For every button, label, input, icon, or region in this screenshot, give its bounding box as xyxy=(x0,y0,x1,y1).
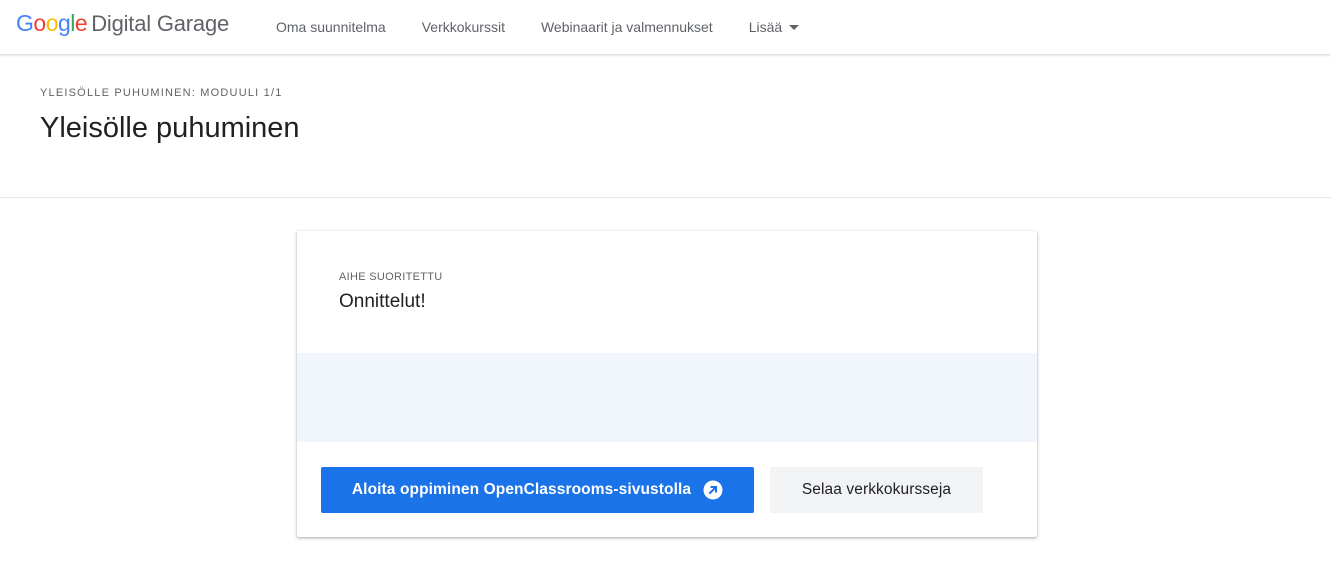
nav-item-oma-suunnitelma[interactable]: Oma suunnitelma xyxy=(276,19,386,35)
caret-down-icon xyxy=(789,25,800,30)
page-header: YLEISÖLLE PUHUMINEN: MODUULI 1/1 Yleisöl… xyxy=(0,54,1331,198)
browse-courses-button[interactable]: Selaa verkkokursseja xyxy=(770,467,983,513)
nav-item-webinaarit[interactable]: Webinaarit ja valmennukset xyxy=(541,19,713,35)
completion-card: AIHE SUORITETTU Onnittelut! Aloita oppim… xyxy=(297,231,1037,537)
completion-label: AIHE SUORITETTU xyxy=(339,271,443,283)
completion-heading: Onnittelut! xyxy=(339,291,426,312)
google-digital-garage-logo[interactable]: Google Digital Garage xyxy=(16,10,229,38)
module-breadcrumb: YLEISÖLLE PUHUMINEN: MODUULI 1/1 xyxy=(40,87,283,99)
start-openclassrooms-button[interactable]: Aloita oppiminen OpenClassrooms-sivustol… xyxy=(321,467,754,513)
main-nav: Oma suunnitelma Verkkokurssit Webinaarit… xyxy=(276,0,835,54)
start-openclassrooms-label: Aloita oppiminen OpenClassrooms-sivustol… xyxy=(351,481,692,498)
google-wordmark: Google xyxy=(16,10,88,36)
nav-item-lisaa[interactable]: Lisää xyxy=(748,19,800,35)
logo-product-name: Digital Garage xyxy=(91,11,230,36)
page-title: Yleisölle puhuminen xyxy=(40,112,300,144)
external-link-icon xyxy=(703,480,723,500)
nav-item-lisaa-label: Lisää xyxy=(748,19,783,35)
nav-item-verkkokurssit[interactable]: Verkkokurssit xyxy=(422,19,505,35)
card-highlight-band xyxy=(297,353,1037,442)
top-navigation-bar: Google Digital Garage Oma suunnitelma Ve… xyxy=(0,0,1331,54)
